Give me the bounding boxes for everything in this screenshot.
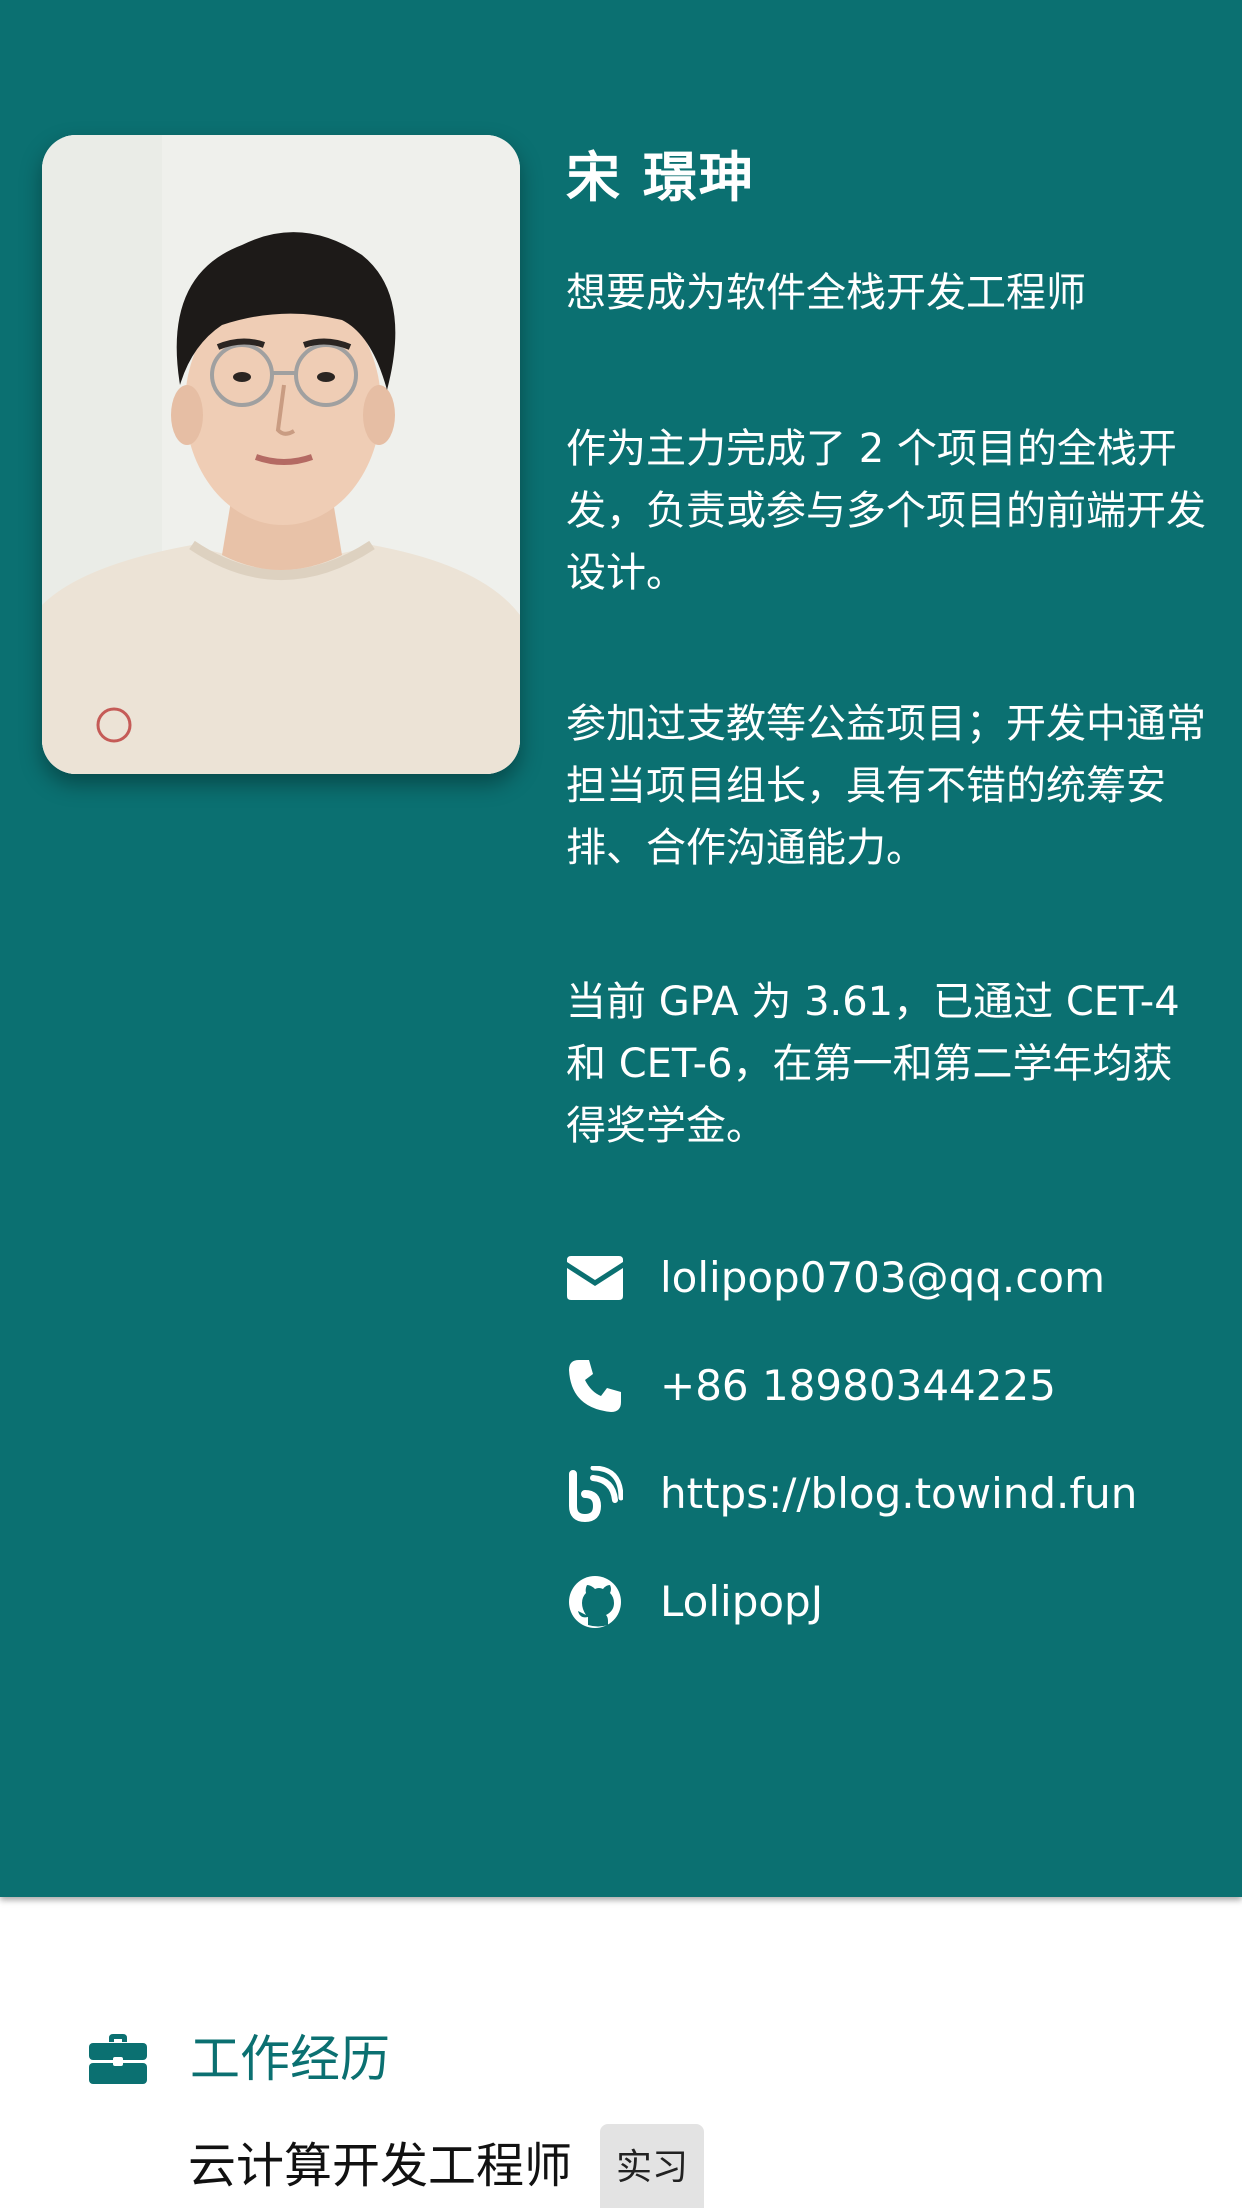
profile-photo	[42, 135, 520, 774]
phone-icon	[566, 1357, 624, 1415]
contact-github[interactable]: LolipopJ	[566, 1572, 823, 1632]
experience-section-header: 工作经历	[88, 2026, 390, 2092]
github-icon	[566, 1573, 624, 1631]
contact-email[interactable]: lolipop0703@qq.com	[566, 1248, 1105, 1308]
job-entry: 云计算开发工程师 实习	[188, 2124, 705, 2208]
contact-blog-text[interactable]: https://blog.towind.fun	[660, 1464, 1137, 1524]
profile-header: 宋 璟珅 想要成为软件全栈开发工程师 作为主力完成了 2 个项目的全栈开发，负责…	[0, 0, 1242, 1897]
profile-name: 宋 璟珅	[566, 146, 755, 209]
blog-icon	[566, 1465, 624, 1523]
profile-summary-academics: 当前 GPA 为 3.61，已通过 CET-4 和 CET-6，在第一和第二学年…	[566, 979, 1180, 1149]
contact-email-text[interactable]: lolipop0703@qq.com	[660, 1248, 1105, 1308]
profile-tagline: 想要成为软件全栈开发工程师	[566, 270, 1086, 316]
contact-blog[interactable]: https://blog.towind.fun	[566, 1464, 1137, 1524]
envelope-icon	[566, 1249, 624, 1307]
contact-github-text[interactable]: LolipopJ	[660, 1572, 823, 1632]
experience-section-title: 工作经历	[190, 2030, 390, 2088]
job-title: 云计算开发工程师	[188, 2138, 573, 2194]
profile-summary-projects: 作为主力完成了 2 个项目的全栈开发，负责或参与多个项目的前端开发设计。	[566, 426, 1206, 596]
job-type-badge: 实习	[600, 2124, 705, 2208]
contact-phone-text[interactable]: +86 18980344225	[660, 1356, 1056, 1416]
profile-summary-teamwork: 参加过支教等公益项目；开发中通常担当项目组长，具有不错的统筹安排、合作沟通能力。	[566, 701, 1206, 871]
contact-phone[interactable]: +86 18980344225	[566, 1356, 1056, 1416]
briefcase-icon	[88, 2029, 148, 2089]
